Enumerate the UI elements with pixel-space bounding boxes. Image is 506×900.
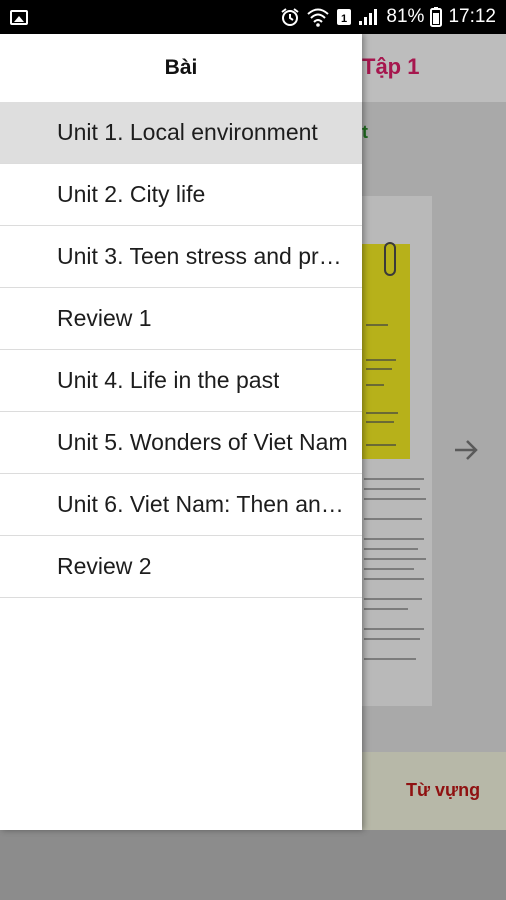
- navigation-drawer: Bài Unit 1. Local environment Unit 2. Ci…: [0, 34, 362, 830]
- wifi-icon: [306, 7, 330, 27]
- lesson-label: Unit 6. Viet Nam: Then and now: [57, 491, 348, 517]
- lesson-item-unit-6[interactable]: Unit 6. Viet Nam: Then and now: [0, 474, 362, 536]
- lesson-label: Unit 2. City life: [57, 181, 206, 207]
- status-bar: 1 81% 17:12: [0, 0, 506, 34]
- battery-icon: [430, 7, 443, 27]
- lesson-item-review-2[interactable]: Review 2: [0, 536, 362, 598]
- lesson-item-unit-2[interactable]: Unit 2. City life: [0, 164, 362, 226]
- lesson-label: Unit 1. Local environment: [57, 119, 318, 145]
- lesson-item-unit-5[interactable]: Unit 5. Wonders of Viet Nam: [0, 412, 362, 474]
- sim-badge: 1: [341, 13, 347, 25]
- lesson-list: Unit 1. Local environment Unit 2. City l…: [0, 102, 362, 598]
- battery-percent: 81%: [386, 6, 425, 27]
- lesson-item-unit-1[interactable]: Unit 1. Local environment: [0, 102, 362, 164]
- lesson-item-unit-4[interactable]: Unit 4. Life in the past: [0, 350, 362, 412]
- lesson-label: Review 2: [57, 553, 152, 579]
- app-subtitle: t: [362, 122, 368, 142]
- sticky-note: [362, 244, 410, 459]
- lesson-label: Unit 3. Teen stress and pressure: [57, 243, 348, 269]
- drawer-header: Bài: [164, 56, 198, 79]
- bottom-bar: Từ vựng: [362, 752, 506, 830]
- paperclip-icon: [384, 242, 396, 276]
- lesson-item-unit-3[interactable]: Unit 3. Teen stress and pressure: [0, 226, 362, 288]
- lesson-label: Unit 5. Wonders of Viet Nam: [57, 429, 348, 455]
- bottom-area: [0, 830, 506, 900]
- lesson-label: Review 1: [57, 305, 152, 331]
- tu-vung-button[interactable]: Từ vựng: [406, 780, 480, 801]
- page-thumbnail[interactable]: [362, 196, 432, 706]
- sim-icon: 1: [336, 8, 352, 26]
- alarm-icon: [280, 7, 300, 27]
- image-icon: [10, 9, 28, 25]
- signal-icon: [358, 8, 380, 26]
- arrow-right-icon[interactable]: [452, 436, 480, 464]
- clock-time: 17:12: [448, 6, 496, 27]
- lesson-item-review-1[interactable]: Review 1: [0, 288, 362, 350]
- lesson-label: Unit 4. Life in the past: [57, 367, 280, 393]
- app-title: Tập 1: [362, 54, 420, 79]
